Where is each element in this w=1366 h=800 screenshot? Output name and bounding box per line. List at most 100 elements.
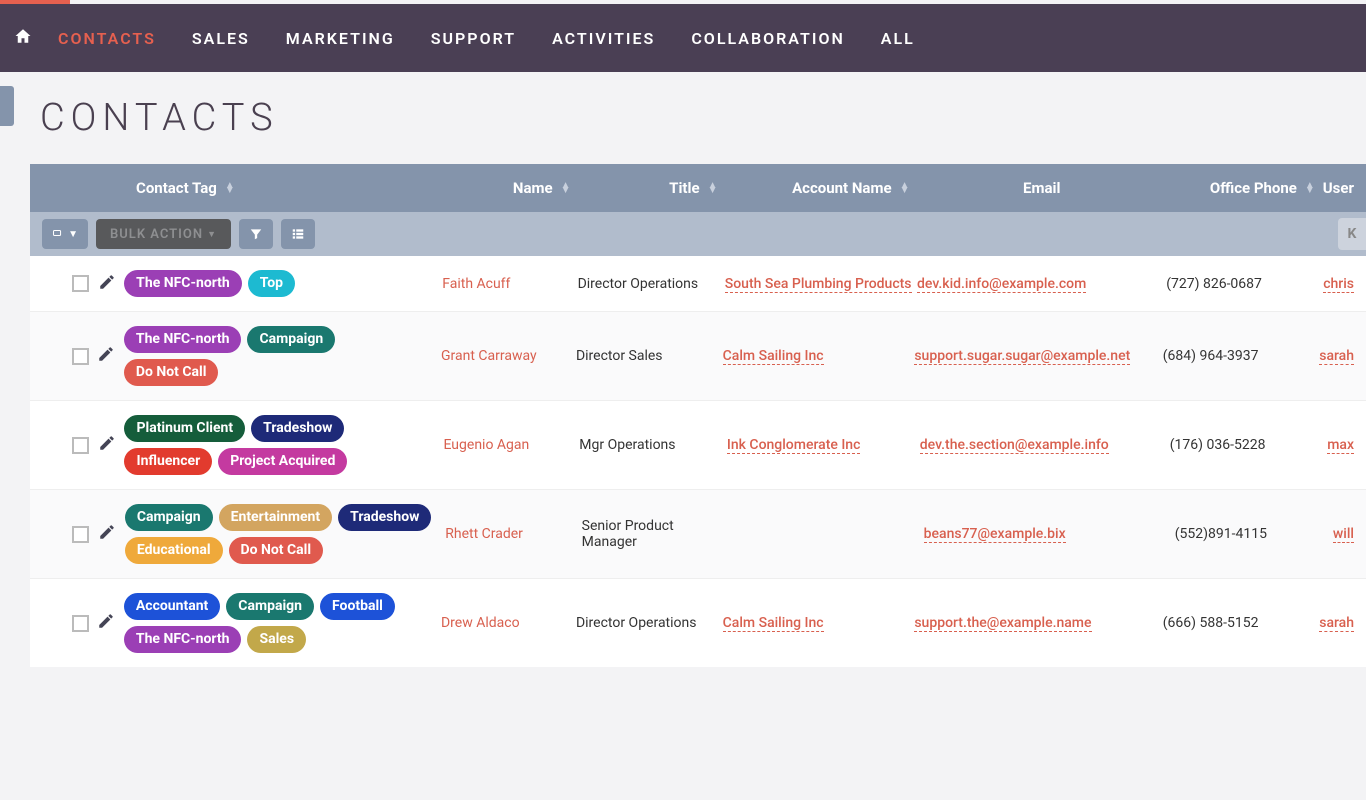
top-nav: CONTACTSSALESMARKETINGSUPPORTACTIVITIESC… bbox=[0, 4, 1366, 72]
table-row: AccountantCampaignFootball The NFC-northS… bbox=[30, 578, 1366, 667]
col-phone[interactable]: Office Phone ▲▼ bbox=[1166, 179, 1323, 197]
chevron-down-icon: ▼ bbox=[68, 229, 78, 240]
edit-icon[interactable] bbox=[98, 523, 116, 545]
row-checkbox[interactable] bbox=[72, 615, 89, 632]
scroll-right-hint[interactable]: K bbox=[1338, 218, 1366, 250]
page-title: CONTACTS bbox=[0, 72, 1366, 164]
contact-tag[interactable]: The NFC-north bbox=[124, 270, 242, 297]
contact-tag[interactable]: Top bbox=[248, 270, 295, 297]
bulk-action-label: BULK ACTION bbox=[110, 227, 203, 242]
user-link[interactable]: sarah bbox=[1319, 615, 1354, 632]
contact-tag[interactable]: The NFC-north bbox=[124, 626, 242, 653]
account-link[interactable]: Ink Conglomerate Inc bbox=[727, 437, 861, 454]
sort-icon: ▲▼ bbox=[225, 183, 235, 193]
nav-item-activities[interactable]: ACTIVITIES bbox=[534, 29, 673, 48]
contact-tag[interactable]: Do Not Call bbox=[124, 359, 219, 386]
user-link[interactable]: will bbox=[1333, 526, 1354, 543]
contact-title: Senior Product Manager bbox=[582, 518, 674, 550]
row-checkbox[interactable] bbox=[72, 437, 89, 454]
contact-tag[interactable]: Project Acquired bbox=[218, 448, 347, 475]
contact-tag[interactable]: Tradeshow bbox=[251, 415, 344, 442]
phone-text: (552)891-4115 bbox=[1175, 526, 1267, 542]
contact-name-link[interactable]: Grant Carraway bbox=[441, 348, 537, 364]
user-link[interactable]: sarah bbox=[1319, 348, 1354, 365]
contact-name-link[interactable]: Rhett Crader bbox=[445, 526, 523, 542]
nav-item-contacts[interactable]: CONTACTS bbox=[40, 29, 174, 48]
col-user[interactable]: User bbox=[1323, 179, 1366, 197]
contact-tag[interactable]: Accountant bbox=[124, 593, 220, 620]
contact-name-link[interactable]: Drew Aldaco bbox=[441, 615, 520, 631]
email-link[interactable]: support.the@example.name bbox=[914, 615, 1091, 632]
filter-button[interactable] bbox=[239, 219, 273, 249]
sort-icon: ▲▼ bbox=[561, 183, 571, 193]
home-icon[interactable] bbox=[6, 26, 40, 51]
view-selector-button[interactable]: ▼ bbox=[42, 219, 88, 249]
col-label: Name bbox=[513, 179, 553, 197]
edit-icon[interactable] bbox=[98, 273, 116, 295]
email-link[interactable]: support.sugar.sugar@example.net bbox=[914, 348, 1130, 365]
account-link[interactable]: South Sea Plumbing Products bbox=[725, 276, 912, 293]
table-row: CampaignEntertainmentTradeshow Educationa… bbox=[30, 489, 1366, 578]
col-email[interactable]: Email bbox=[917, 179, 1166, 197]
bulk-action-button[interactable]: BULK ACTION ▼ bbox=[96, 219, 231, 249]
table-toolbar: ▼ BULK ACTION ▼ K bbox=[30, 212, 1366, 256]
contact-title: Mgr Operations bbox=[579, 437, 675, 453]
row-checkbox[interactable] bbox=[72, 275, 89, 292]
contact-tag[interactable]: Campaign bbox=[247, 326, 335, 353]
sidebar-collapse-tab[interactable] bbox=[0, 86, 14, 126]
phone-text: (727) 826-0687 bbox=[1166, 276, 1262, 292]
nav-item-sales[interactable]: SALES bbox=[174, 29, 268, 48]
row-checkbox[interactable] bbox=[72, 348, 89, 365]
contact-tag[interactable]: Campaign bbox=[226, 593, 314, 620]
phone-text: (666) 588-5152 bbox=[1163, 615, 1259, 631]
sort-icon: ▲▼ bbox=[900, 183, 910, 193]
contact-tag[interactable]: Educational bbox=[125, 537, 223, 564]
edit-icon[interactable] bbox=[98, 434, 116, 456]
contact-tag[interactable]: Sales bbox=[247, 626, 306, 653]
contact-tag[interactable]: Do Not Call bbox=[229, 537, 324, 564]
col-name[interactable]: Name ▲▼ bbox=[443, 179, 578, 197]
user-link[interactable]: chris bbox=[1323, 276, 1354, 293]
list-view-button[interactable] bbox=[281, 219, 315, 249]
table-row: The NFC-northCampaign Do Not Call Grant Ca… bbox=[30, 311, 1366, 400]
contact-title: Director Sales bbox=[576, 348, 663, 364]
contact-name-link[interactable]: Eugenio Agan bbox=[443, 437, 529, 453]
edit-icon[interactable] bbox=[97, 612, 115, 634]
email-link[interactable]: beans77@example.bix bbox=[924, 526, 1066, 543]
contact-tag[interactable]: Tradeshow bbox=[338, 504, 431, 531]
table-row: The NFC-northTop Faith Acuff Director Oper… bbox=[30, 256, 1366, 311]
phone-text: (684) 964-3937 bbox=[1163, 348, 1259, 364]
row-checkbox[interactable] bbox=[72, 526, 89, 543]
nav-item-all[interactable]: ALL bbox=[863, 29, 933, 48]
contact-title: Director Operations bbox=[578, 276, 699, 292]
nav-item-support[interactable]: SUPPORT bbox=[413, 29, 534, 48]
contact-title: Director Operations bbox=[576, 615, 697, 631]
col-contact-tag[interactable]: Contact Tag ▲▼ bbox=[136, 179, 443, 197]
email-link[interactable]: dev.the.section@example.info bbox=[920, 437, 1109, 454]
col-label: Contact Tag bbox=[136, 179, 217, 197]
account-link[interactable]: Calm Sailing Inc bbox=[723, 615, 824, 632]
account-link[interactable]: Calm Sailing Inc bbox=[723, 348, 824, 365]
edit-icon[interactable] bbox=[97, 345, 115, 367]
col-label: Title bbox=[669, 179, 699, 197]
email-link[interactable]: dev.kid.info@example.com bbox=[917, 276, 1086, 293]
contact-tag[interactable]: Entertainment bbox=[219, 504, 333, 531]
contact-tag[interactable]: Influencer bbox=[124, 448, 212, 475]
chevron-down-icon: ▼ bbox=[207, 229, 217, 240]
contact-tag[interactable]: Football bbox=[320, 593, 395, 620]
col-label: Account Name bbox=[792, 179, 892, 197]
col-title[interactable]: Title ▲▼ bbox=[579, 179, 726, 197]
col-label: Email bbox=[1023, 179, 1060, 197]
contacts-table: Contact Tag ▲▼ Name ▲▼ Title ▲▼ Account … bbox=[30, 164, 1366, 667]
contact-tag[interactable]: The NFC-north bbox=[124, 326, 242, 353]
table-header: Contact Tag ▲▼ Name ▲▼ Title ▲▼ Account … bbox=[30, 164, 1366, 212]
nav-item-collaboration[interactable]: COLLABORATION bbox=[673, 29, 862, 48]
table-row: Platinum ClientTradeshow InfluencerProjec… bbox=[30, 400, 1366, 489]
user-link[interactable]: max bbox=[1327, 437, 1354, 454]
contact-name-link[interactable]: Faith Acuff bbox=[442, 276, 510, 292]
nav-item-marketing[interactable]: MARKETING bbox=[268, 29, 413, 48]
contact-tag[interactable]: Platinum Client bbox=[124, 415, 245, 442]
col-account[interactable]: Account Name ▲▼ bbox=[725, 179, 917, 197]
contact-tag[interactable]: Campaign bbox=[125, 504, 213, 531]
col-label: Office Phone bbox=[1210, 179, 1297, 197]
